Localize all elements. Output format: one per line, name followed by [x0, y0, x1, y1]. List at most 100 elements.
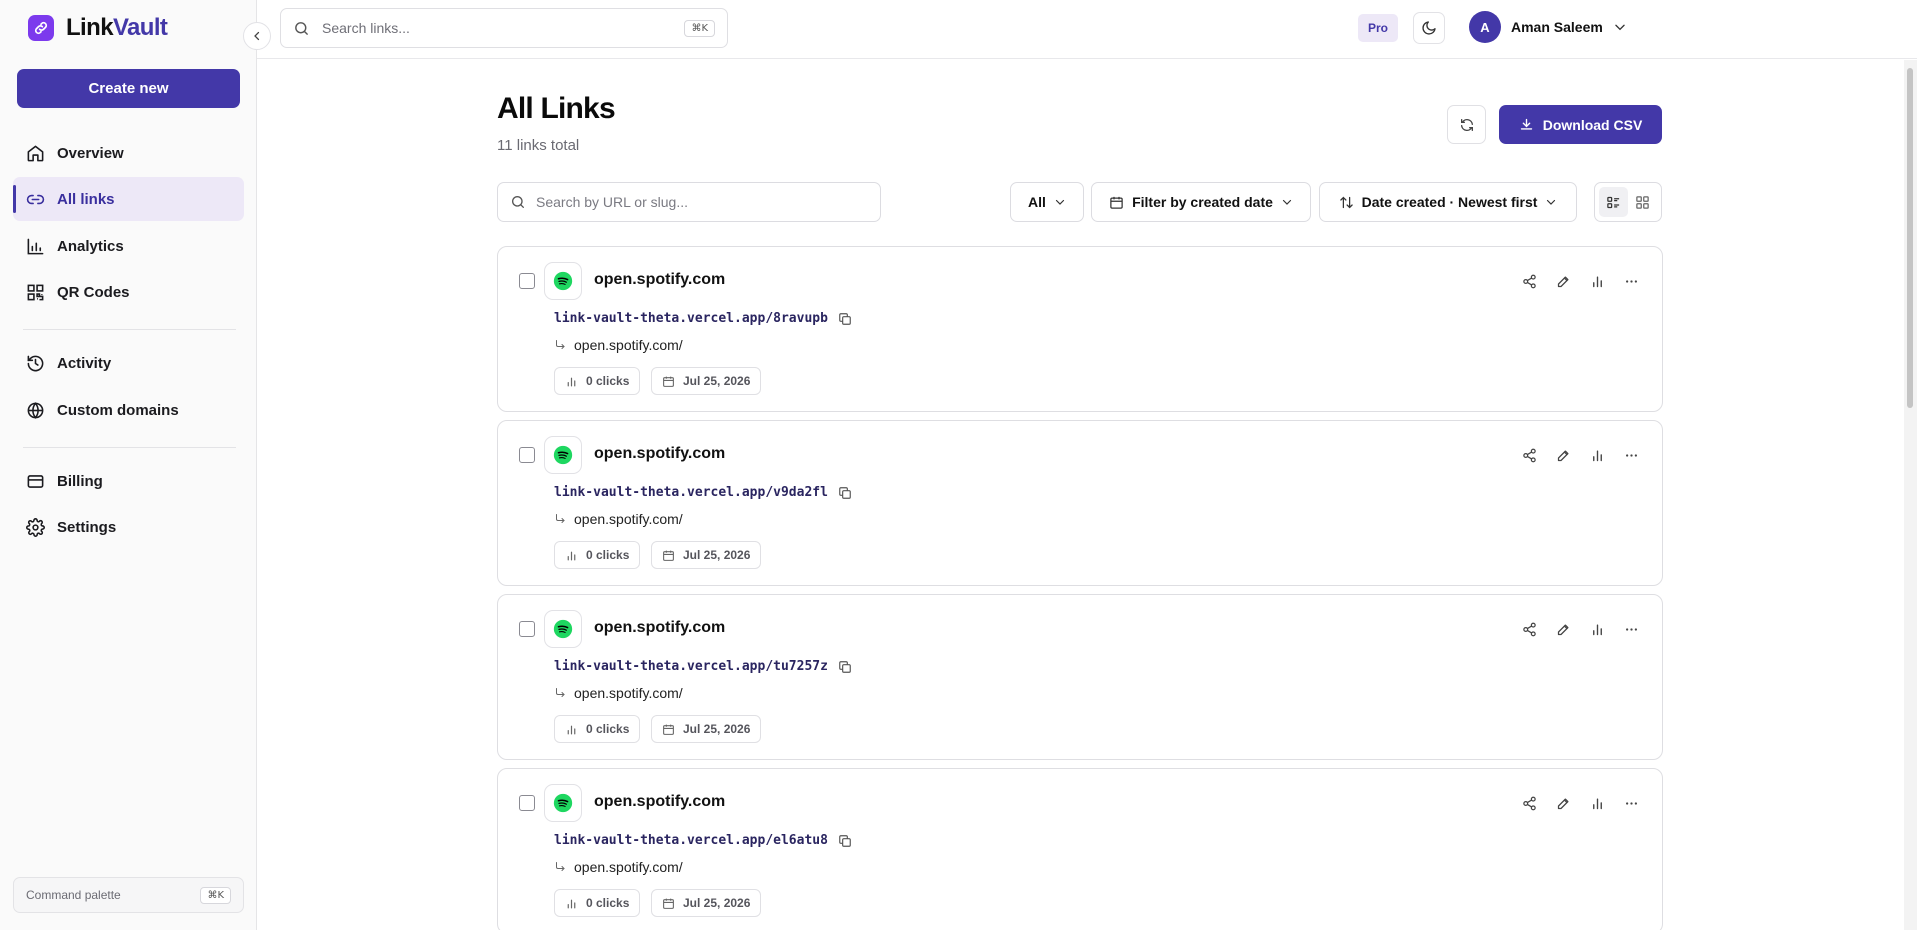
- edit-button[interactable]: [1546, 615, 1580, 643]
- more-options-button[interactable]: [1614, 789, 1648, 817]
- link-card[interactable]: open.spotify.com link-vault-theta.vercel…: [497, 768, 1663, 930]
- sidebar-item-billing[interactable]: Billing: [13, 459, 244, 503]
- globe-icon: [25, 400, 45, 420]
- destination-url: open.spotify.com/: [554, 511, 683, 527]
- sidebar-item-label: Analytics: [57, 237, 124, 255]
- sidebar-item-overview[interactable]: Overview: [13, 131, 244, 175]
- copy-icon[interactable]: [838, 486, 852, 500]
- link-search-input[interactable]: Search by URL or slug...: [497, 182, 881, 222]
- analytics-button[interactable]: [1580, 441, 1614, 469]
- short-url[interactable]: link-vault-theta.vercel.app/v9da2fl: [554, 485, 828, 500]
- sidebar-item-label: Billing: [57, 472, 103, 490]
- sidebar-item-analytics[interactable]: Analytics: [13, 224, 244, 268]
- bar-chart-icon: [567, 899, 576, 908]
- short-url[interactable]: link-vault-theta.vercel.app/8ravupb: [554, 311, 828, 326]
- copy-icon[interactable]: [838, 834, 852, 848]
- created-date: Jul 25, 2026: [683, 374, 751, 388]
- link-domain: open.spotify.com: [594, 619, 726, 636]
- download-csv-label: Download CSV: [1542, 116, 1643, 133]
- clicks-badge[interactable]: 0 clicks: [554, 367, 641, 395]
- sidebar-item-label: All links: [57, 190, 115, 208]
- select-checkbox[interactable]: [519, 621, 535, 637]
- calendar-icon: [663, 550, 674, 561]
- link-domain: open.spotify.com: [594, 271, 726, 288]
- bar-chart-icon: [567, 725, 576, 734]
- share-button[interactable]: [1512, 441, 1546, 469]
- share-button[interactable]: [1512, 615, 1546, 643]
- destination-url: open.spotify.com/: [554, 859, 683, 875]
- more-horizontal-icon: [1625, 279, 1637, 283]
- sidebar-divider: [23, 447, 236, 448]
- sidebar-item-label: Activity: [57, 354, 112, 372]
- sidebar-item-label: Overview: [57, 144, 124, 162]
- bar-chart-icon: [567, 377, 576, 386]
- short-link[interactable]: link-vault-theta.vercel.app/tu7257z: [554, 659, 852, 674]
- theme-toggle-button[interactable]: [1413, 12, 1445, 44]
- collapse-sidebar-button[interactable]: [243, 22, 271, 50]
- more-options-button[interactable]: [1614, 267, 1648, 295]
- list-view-button[interactable]: [1599, 187, 1628, 217]
- global-search-input[interactable]: Search links... ⌘K: [280, 8, 728, 48]
- sidebar-item-all-links[interactable]: All links: [13, 177, 244, 221]
- more-options-button[interactable]: [1614, 615, 1648, 643]
- calendar-icon: [663, 898, 674, 909]
- select-checkbox[interactable]: [519, 795, 535, 811]
- copy-icon[interactable]: [838, 312, 852, 326]
- sidebar-item-settings[interactable]: Settings: [13, 505, 244, 549]
- short-url[interactable]: link-vault-theta.vercel.app/el6atu8: [554, 833, 828, 848]
- share-button[interactable]: [1512, 789, 1546, 817]
- corner-down-right-icon: [556, 340, 565, 349]
- short-link[interactable]: link-vault-theta.vercel.app/8ravupb: [554, 311, 852, 326]
- clicks-badge[interactable]: 0 clicks: [554, 541, 641, 569]
- short-link[interactable]: link-vault-theta.vercel.app/v9da2fl: [554, 485, 852, 500]
- edit-button[interactable]: [1546, 267, 1580, 295]
- share-button[interactable]: [1512, 267, 1546, 295]
- clicks-badge[interactable]: 0 clicks: [554, 715, 641, 743]
- destination-text: open.spotify.com/: [574, 337, 683, 353]
- sort-dropdown[interactable]: Date created · Newest first: [1319, 182, 1577, 222]
- short-link[interactable]: link-vault-theta.vercel.app/el6atu8: [554, 833, 852, 848]
- create-new-button[interactable]: Create new: [17, 69, 240, 108]
- app-logo[interactable]: LinkVault: [28, 14, 168, 42]
- link-card[interactable]: open.spotify.com link-vault-theta.vercel…: [497, 594, 1663, 760]
- analytics-button[interactable]: [1580, 615, 1614, 643]
- copy-icon[interactable]: [838, 660, 852, 674]
- sidebar-item-activity[interactable]: Activity: [13, 341, 244, 385]
- sidebar-item-qr-codes[interactable]: QR Codes: [13, 270, 244, 314]
- link-card[interactable]: open.spotify.com link-vault-theta.vercel…: [497, 420, 1663, 586]
- avatar: A: [1469, 11, 1501, 43]
- sidebar-divider: [23, 329, 236, 330]
- analytics-button[interactable]: [1580, 267, 1614, 295]
- grid-view-button[interactable]: [1628, 187, 1657, 217]
- sort-label: Date created · Newest first: [1361, 194, 1538, 210]
- link-card[interactable]: open.spotify.com link-vault-theta.vercel…: [497, 246, 1663, 412]
- corner-down-right-icon: [556, 862, 565, 871]
- short-url[interactable]: link-vault-theta.vercel.app/tu7257z: [554, 659, 828, 674]
- command-palette-button[interactable]: Command palette ⌘K: [13, 877, 244, 913]
- bar-chart-icon: [1592, 449, 1602, 461]
- analytics-button[interactable]: [1580, 789, 1614, 817]
- spotify-favicon-icon: [544, 262, 582, 300]
- clicks-count: 0 clicks: [586, 896, 630, 910]
- chevron-left-icon: [254, 31, 260, 41]
- calendar-icon: [663, 376, 674, 387]
- topbar: Search links... ⌘K: [257, 0, 1917, 59]
- sidebar-item-custom-domains[interactable]: Custom domains: [13, 388, 244, 432]
- status-filter-dropdown[interactable]: All: [1010, 182, 1084, 222]
- download-csv-button[interactable]: Download CSV: [1499, 105, 1662, 144]
- select-checkbox[interactable]: [519, 273, 535, 289]
- spotify-favicon-icon: [544, 784, 582, 822]
- user-menu[interactable]: A Aman Saleem: [1469, 11, 1627, 43]
- edit-button[interactable]: [1546, 441, 1580, 469]
- refresh-button[interactable]: [1447, 105, 1486, 144]
- search-icon: [295, 21, 308, 35]
- scrollbar-thumb[interactable]: [1907, 68, 1913, 408]
- main-scrollbar[interactable]: [1904, 60, 1917, 930]
- edit-button[interactable]: [1546, 789, 1580, 817]
- clicks-badge[interactable]: 0 clicks: [554, 889, 641, 917]
- created-date: Jul 25, 2026: [683, 548, 751, 562]
- more-options-button[interactable]: [1614, 441, 1648, 469]
- date-filter-dropdown[interactable]: Filter by created date: [1091, 182, 1311, 222]
- select-checkbox[interactable]: [519, 447, 535, 463]
- sidebar-item-label: Custom domains: [57, 401, 179, 419]
